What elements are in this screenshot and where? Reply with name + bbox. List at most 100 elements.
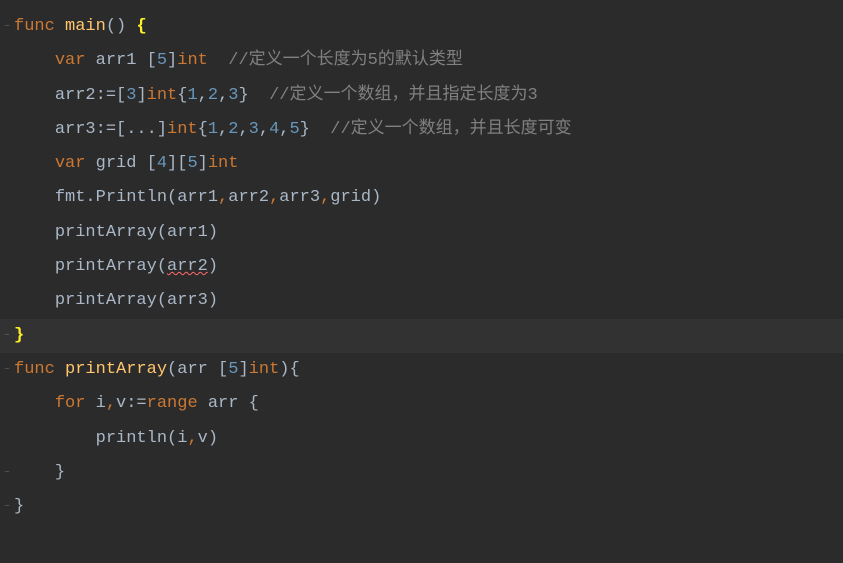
code-token: var bbox=[55, 51, 96, 70]
code-token: i bbox=[96, 394, 106, 413]
code-token: main bbox=[65, 17, 106, 36]
code-token: 3 bbox=[228, 86, 238, 105]
code-token: , bbox=[218, 86, 228, 105]
indent bbox=[14, 120, 55, 139]
code-token: , bbox=[269, 188, 279, 207]
code-token: var bbox=[55, 154, 96, 173]
code-token: , bbox=[218, 188, 228, 207]
code-line[interactable]: – printArray(arr1) bbox=[0, 216, 843, 250]
code-token: int bbox=[177, 51, 208, 70]
indent bbox=[14, 188, 55, 207]
code-token: 2 bbox=[228, 120, 238, 139]
code-token: 4 bbox=[269, 120, 279, 139]
code-token: arr2:=[ bbox=[55, 86, 126, 105]
fold-marker-icon[interactable]: – bbox=[4, 456, 10, 490]
code-token: , bbox=[320, 188, 330, 207]
code-token: 5 bbox=[228, 360, 238, 379]
code-token: , bbox=[187, 429, 197, 448]
indent bbox=[14, 429, 96, 448]
code-token: 2 bbox=[208, 86, 218, 105]
code-line[interactable]: –func main() { bbox=[0, 10, 843, 44]
code-token: 5 bbox=[157, 51, 167, 70]
code-token: int bbox=[208, 154, 239, 173]
code-token: range bbox=[147, 394, 208, 413]
code-token: } bbox=[238, 86, 269, 105]
code-line[interactable]: – var arr1 [5]int //定义一个长度为5的默认类型 bbox=[0, 44, 843, 78]
code-token: } bbox=[14, 326, 24, 345]
code-token: { bbox=[136, 17, 146, 36]
code-token: int bbox=[249, 360, 280, 379]
code-token: printArray( bbox=[55, 257, 167, 276]
code-token: , bbox=[198, 86, 208, 105]
code-token: } bbox=[55, 463, 65, 482]
code-token: } bbox=[300, 120, 331, 139]
code-token: , bbox=[259, 120, 269, 139]
indent bbox=[14, 463, 55, 482]
code-token: arr2 bbox=[167, 257, 208, 276]
code-line[interactable]: –} bbox=[0, 490, 843, 524]
code-token: 1 bbox=[187, 86, 197, 105]
fold-marker-icon[interactable]: – bbox=[4, 490, 10, 524]
code-token: 1 bbox=[208, 120, 218, 139]
code-token: int bbox=[147, 86, 178, 105]
code-token: //定义一个数组，并且长度可变 bbox=[330, 120, 571, 139]
code-token: func bbox=[14, 17, 65, 36]
indent bbox=[14, 86, 55, 105]
code-line[interactable]: –} bbox=[0, 319, 843, 353]
code-token: , bbox=[238, 120, 248, 139]
code-line[interactable]: – var grid [4][5]int bbox=[0, 147, 843, 181]
code-line[interactable]: – arr3:=[...]int{1,2,3,4,5} //定义一个数组，并且长… bbox=[0, 113, 843, 147]
code-line[interactable]: – fmt.Println(arr1,arr2,arr3,grid) bbox=[0, 181, 843, 215]
code-line[interactable]: – } bbox=[0, 456, 843, 490]
indent bbox=[14, 257, 55, 276]
code-token: arr2 bbox=[228, 188, 269, 207]
code-token: ] bbox=[136, 86, 146, 105]
code-token: 5 bbox=[289, 120, 299, 139]
code-token: printArray(arr1) bbox=[55, 223, 218, 242]
code-token: arr1 [ bbox=[96, 51, 157, 70]
code-token: { bbox=[198, 120, 208, 139]
indent bbox=[14, 291, 55, 310]
code-line[interactable]: – printArray(arr3) bbox=[0, 284, 843, 318]
code-token: , bbox=[106, 394, 116, 413]
fold-marker-icon[interactable]: – bbox=[4, 319, 10, 353]
code-token: { bbox=[177, 86, 187, 105]
code-token: , bbox=[279, 120, 289, 139]
code-token: 5 bbox=[187, 154, 197, 173]
code-token: //定义一个长度为5的默认类型 bbox=[208, 51, 463, 70]
indent bbox=[14, 223, 55, 242]
code-line[interactable]: – println(i,v) bbox=[0, 422, 843, 456]
code-token: arr { bbox=[208, 394, 259, 413]
code-token: ] bbox=[198, 154, 208, 173]
code-line[interactable]: –func printArray(arr [5]int){ bbox=[0, 353, 843, 387]
code-token: , bbox=[218, 120, 228, 139]
code-token: ] bbox=[238, 360, 248, 379]
code-token: 3 bbox=[126, 86, 136, 105]
code-token: arr3:=[...] bbox=[55, 120, 167, 139]
code-token: ){ bbox=[279, 360, 299, 379]
code-token: fmt.Println(arr1 bbox=[55, 188, 218, 207]
code-editor[interactable]: –func main() {– var arr1 [5]int //定义一个长度… bbox=[0, 10, 843, 524]
code-token: for bbox=[55, 394, 96, 413]
code-token: v) bbox=[198, 429, 218, 448]
code-token: println(i bbox=[96, 429, 188, 448]
code-token: //定义一个数组，并且指定长度为3 bbox=[269, 86, 538, 105]
code-token: int bbox=[167, 120, 198, 139]
code-token: func bbox=[14, 360, 65, 379]
fold-marker-icon[interactable]: – bbox=[4, 10, 10, 44]
code-token: () bbox=[106, 17, 137, 36]
code-line[interactable]: – for i,v:=range arr { bbox=[0, 387, 843, 421]
fold-marker-icon[interactable]: – bbox=[4, 353, 10, 387]
indent bbox=[14, 154, 55, 173]
code-token: printArray(arr3) bbox=[55, 291, 218, 310]
code-line[interactable]: – arr2:=[3]int{1,2,3} //定义一个数组，并且指定长度为3 bbox=[0, 79, 843, 113]
code-token: grid [ bbox=[96, 154, 157, 173]
code-token: 4 bbox=[157, 154, 167, 173]
code-token: grid) bbox=[330, 188, 381, 207]
code-token: (arr [ bbox=[167, 360, 228, 379]
code-line[interactable]: – printArray(arr2) bbox=[0, 250, 843, 284]
code-token: } bbox=[14, 497, 24, 516]
code-token: ][ bbox=[167, 154, 187, 173]
code-token: ] bbox=[167, 51, 177, 70]
code-token: 3 bbox=[249, 120, 259, 139]
